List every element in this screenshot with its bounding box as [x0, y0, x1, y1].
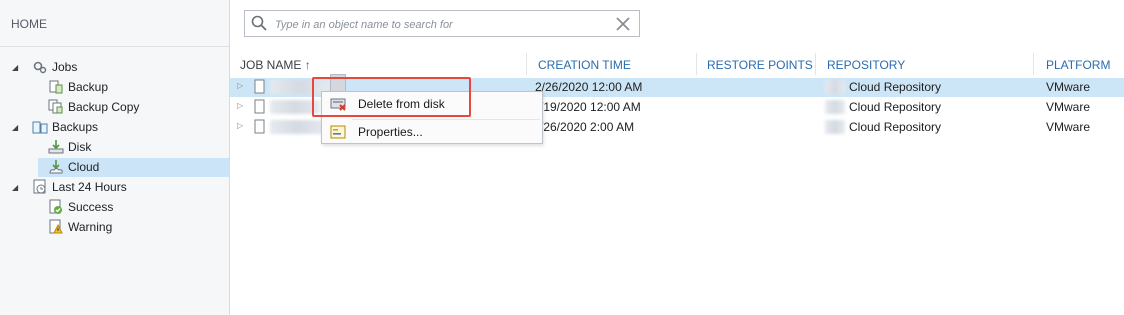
- disk-icon: [48, 140, 64, 154]
- tree-item-backup[interactable]: Backup: [0, 78, 229, 97]
- context-menu: Delete from disk Properties...: [321, 91, 543, 144]
- tree-item-backup-copy-label: Backup Copy: [68, 100, 140, 114]
- menu-item-properties-label: Properties...: [358, 125, 423, 139]
- search-input[interactable]: [273, 15, 607, 35]
- backup-copy-job-icon: [48, 99, 63, 114]
- column-header-repository[interactable]: REPOSITORY: [827, 58, 905, 72]
- menu-item-delete-from-disk-label: Delete from disk: [358, 97, 445, 111]
- redacted-repository-icon: [825, 80, 845, 94]
- redacted-repository-icon: [825, 120, 845, 134]
- column-header-platform[interactable]: PLATFORM: [1046, 58, 1110, 72]
- navigation-pane: HOME ◢ Jobs Backup Backup Copy ◢ Backups…: [0, 0, 230, 315]
- jobs-gear-icon: [33, 61, 47, 74]
- menu-item-delete-from-disk[interactable]: Delete from disk: [322, 93, 542, 115]
- tree-item-backups[interactable]: ◢ Backups: [0, 118, 229, 137]
- search-box[interactable]: [244, 10, 640, 37]
- tree-item-backup-copy[interactable]: Backup Copy: [0, 98, 229, 117]
- home-header: HOME: [0, 0, 229, 47]
- tree-item-disk-label: Disk: [68, 140, 92, 154]
- tree-item-success-label: Success: [68, 200, 114, 214]
- search-icon: [251, 15, 267, 31]
- cloud-icon: [49, 160, 63, 174]
- tree-item-last-24-hours[interactable]: ◢ Last 24 Hours: [0, 178, 229, 197]
- redacted-repository-icon: [825, 100, 845, 114]
- warning-icon: [49, 219, 63, 234]
- column-header-job-name[interactable]: JOB NAME ↑: [240, 58, 311, 72]
- collapse-icon[interactable]: ◢: [12, 123, 18, 132]
- tree-item-jobs[interactable]: ◢ Jobs: [0, 58, 229, 77]
- backup-job-icon: [49, 80, 63, 94]
- home-title: HOME: [11, 17, 47, 31]
- menu-item-properties[interactable]: Properties...: [322, 121, 542, 143]
- platform-cell: VMware: [1046, 120, 1091, 134]
- column-header-job-name-label: JOB NAME: [240, 58, 302, 72]
- tree-item-disk[interactable]: Disk: [0, 138, 229, 157]
- tree-item-jobs-label: Jobs: [52, 60, 78, 74]
- creation-time-cell: /19/2020 12:00 AM: [540, 100, 641, 114]
- job-icon: [254, 99, 265, 114]
- sort-ascending-icon: ↑: [304, 58, 311, 72]
- collapse-icon[interactable]: ◢: [12, 63, 18, 72]
- redacted-job-name: [270, 120, 325, 134]
- tree-item-backups-label: Backups: [52, 120, 99, 134]
- delete-from-disk-icon: [330, 98, 346, 111]
- expand-icon[interactable]: ▷: [237, 81, 243, 90]
- column-divider: [1033, 53, 1034, 75]
- column-divider: [526, 53, 527, 75]
- repository-cell: Cloud Repository: [849, 80, 942, 94]
- creation-time-cell: /26/2020 2:00 AM: [540, 120, 635, 134]
- expand-icon[interactable]: ▷: [237, 121, 243, 130]
- properties-icon: [330, 125, 346, 139]
- tree-item-warning[interactable]: Warning: [0, 218, 229, 237]
- job-icon: [254, 79, 265, 94]
- success-icon: [49, 199, 62, 214]
- collapse-icon[interactable]: ◢: [12, 183, 18, 192]
- tree-item-cloud[interactable]: Cloud: [38, 158, 229, 177]
- redacted-job-name: [270, 100, 320, 114]
- jobs-grid: JOB NAME ↑ CREATION TIME RESTORE POINTS …: [230, 47, 1124, 315]
- column-header-restore-points[interactable]: RESTORE POINTS: [707, 58, 813, 72]
- column-divider: [815, 53, 816, 75]
- platform-cell: VMware: [1046, 100, 1091, 114]
- clear-search-icon[interactable]: [615, 16, 631, 32]
- search-toolbar: [230, 0, 1124, 47]
- tree-item-last-24-hours-label: Last 24 Hours: [52, 180, 127, 194]
- job-icon: [254, 119, 265, 134]
- clock-icon: [33, 179, 46, 194]
- tree-item-success[interactable]: Success: [0, 198, 229, 217]
- expand-icon[interactable]: ▷: [237, 101, 243, 110]
- creation-time-cell: 2/26/2020 12:00 AM: [535, 80, 643, 94]
- tree-item-cloud-label: Cloud: [68, 160, 100, 174]
- repository-cell: Cloud Repository: [849, 100, 942, 114]
- platform-cell: VMware: [1046, 80, 1091, 94]
- tree-item-warning-label: Warning: [68, 220, 113, 234]
- column-divider: [696, 53, 697, 75]
- tree-item-backup-label: Backup: [68, 80, 109, 94]
- backups-icon: [32, 121, 48, 134]
- column-header-creation-time[interactable]: CREATION TIME: [538, 58, 631, 72]
- menu-separator: [352, 119, 540, 120]
- repository-cell: Cloud Repository: [849, 120, 942, 134]
